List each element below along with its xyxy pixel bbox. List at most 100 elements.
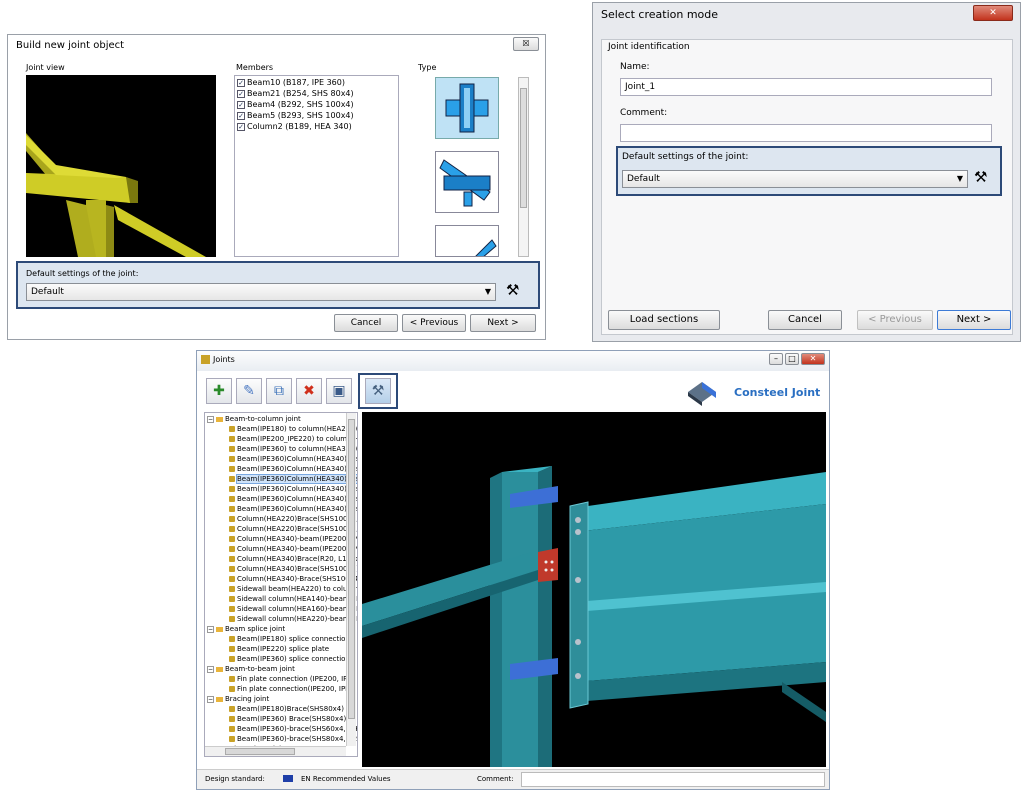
joint-view-canvas[interactable] xyxy=(26,75,216,257)
tree-item[interactable]: Beam(IPE360)Column(HEA340)Brac xyxy=(207,464,357,474)
joint-tree[interactable]: − Beam-to-column joint Beam(IPE180) to col… xyxy=(204,412,358,757)
tree-item[interactable]: Beam(IPE180) to column(HEA220) xyxy=(207,424,357,434)
tree-item[interactable]: Beam(IPE360) to column(HEA340) xyxy=(207,444,357,454)
build-close-button[interactable]: ☒ xyxy=(513,37,539,51)
tree-item[interactable]: Beam(IPE180)Brace(SHS80x4) 4 xyxy=(207,704,357,714)
tree-item[interactable]: Beam(IPE220) splice plate xyxy=(207,644,357,654)
type-label: Type xyxy=(418,63,437,72)
bracing-type-icon xyxy=(439,159,491,207)
member-item[interactable]: ✓ Beam4 (B292, SHS 100x4) xyxy=(237,100,396,111)
tree-item[interactable]: Beam(IPE360)Column(HEA340)Brac xyxy=(207,454,357,464)
minimize-button[interactable]: – xyxy=(769,353,783,365)
tree-item[interactable]: Beam(IPE180) splice connection 2 xyxy=(207,634,357,644)
tree-item[interactable]: Beam(IPE360) splice connection 1 xyxy=(207,654,357,664)
collapse-icon[interactable]: − xyxy=(207,695,214,703)
joint-icon xyxy=(229,476,235,482)
select-next-button[interactable]: Next > xyxy=(937,310,1011,330)
tree-group[interactable]: − Bracing joint xyxy=(207,694,357,704)
copy-joint-button[interactable]: ⧉ xyxy=(266,378,292,404)
settings-tools-button[interactable]: ⚒ xyxy=(365,378,391,404)
tree-item[interactable]: Beam(IPE360)Column(HEA340)Bra xyxy=(207,474,357,484)
tools-icon[interactable]: ⚒ xyxy=(974,168,987,186)
joint-icon xyxy=(229,706,235,712)
tree-item[interactable]: Column(HEA340)-Brace(SHS100x4 xyxy=(207,574,357,584)
tree-item[interactable]: Column(HEA340)-beam(IPE200, IP xyxy=(207,534,357,544)
member-item[interactable]: ✓ Beam21 (B254, SHS 80x4) xyxy=(237,89,396,100)
joint-icon xyxy=(229,756,235,757)
tree-group[interactable]: − Beam-to-beam joint xyxy=(207,664,357,674)
tree-item[interactable]: Fin plate connection(IPE200, IPE1 xyxy=(207,684,357,694)
tree-item[interactable]: Beam(IPE360) Brace(SHS80x4) 3 xyxy=(207,714,357,724)
tree-item[interactable]: Beam(IPE200_IPE220) to column(H xyxy=(207,434,357,444)
tree-item[interactable]: Fin plate connection (IPE200, IPE1 xyxy=(207,674,357,684)
checkbox-icon[interactable]: ✓ xyxy=(237,78,245,87)
type-tile-beam-column[interactable] xyxy=(435,77,499,139)
checkbox-icon[interactable]: ✓ xyxy=(237,89,245,98)
select-previous-button[interactable]: < Previous xyxy=(857,310,933,330)
type-tile-splice[interactable] xyxy=(435,225,499,257)
member-item[interactable]: ✓ Beam5 (B293, SHS 100x4) xyxy=(237,111,396,122)
type-scrollbar[interactable] xyxy=(518,77,529,257)
build-cancel-button[interactable]: Cancel xyxy=(334,314,398,332)
tree-item[interactable]: Column(HEA220)Brace(SHS100x4, xyxy=(207,524,357,534)
tree-item[interactable]: Column(HEA220)Brace(SHS100x4, xyxy=(207,514,357,524)
member-item[interactable]: ✓ Column2 (B189, HEA 340) xyxy=(237,122,396,133)
comment-box[interactable] xyxy=(521,772,825,787)
export-button[interactable]: ▣ xyxy=(326,378,352,404)
build-next-button[interactable]: Next > xyxy=(470,314,536,332)
add-joint-button[interactable]: ✚ xyxy=(206,378,232,404)
tree-item[interactable]: Beam(IPE360)Column(HEA340)Brac xyxy=(207,504,357,514)
build-previous-button[interactable]: < Previous xyxy=(402,314,466,332)
joint-icon xyxy=(229,426,235,432)
tree-item[interactable]: Column(HEA340)-beam(IPE200, IP xyxy=(207,544,357,554)
tree-item[interactable]: Sidewall column(HEA220)-beams(IP xyxy=(207,614,357,624)
tree-item[interactable]: Beam(IPE360)-brace(SHS80x4, R2 xyxy=(207,734,357,744)
tree-item[interactable]: Beam(IPE360)Column(HEA340)Brac xyxy=(207,484,357,494)
collapse-icon[interactable]: − xyxy=(207,625,214,633)
build-joint-dialog: Build new joint object ☒ Joint view Memb… xyxy=(7,34,546,340)
load-sections-button[interactable]: Load sections xyxy=(608,310,720,330)
joint-view-label: Joint view xyxy=(26,63,65,72)
joint-icon xyxy=(229,566,235,572)
checkbox-icon[interactable]: ✓ xyxy=(237,100,245,109)
tree-hscrollbar[interactable] xyxy=(205,746,346,756)
checkbox-icon[interactable]: ✓ xyxy=(237,111,245,120)
tree-group[interactable]: − Beam splice joint xyxy=(207,624,357,634)
maximize-button[interactable]: □ xyxy=(785,353,799,365)
folder-icon xyxy=(216,416,223,422)
joint-icon xyxy=(229,456,235,462)
tree-item[interactable]: Beam(IPE360)Column(HEA340)Brac xyxy=(207,494,357,504)
tree-item[interactable]: Column(HEA340)Brace(R20, L100x xyxy=(207,554,357,564)
type-tile-bracing[interactable] xyxy=(435,151,499,213)
collapse-icon[interactable]: − xyxy=(207,415,214,423)
dropdown-arrow-icon: ▼ xyxy=(484,287,491,296)
tree-vscrollbar[interactable] xyxy=(346,413,356,746)
tree-group[interactable]: − Beam-to-column joint xyxy=(207,414,357,424)
tree-item[interactable]: Sidewall column(HEA160)-beams(IP xyxy=(207,604,357,614)
joint-icon xyxy=(229,726,235,732)
close-button[interactable]: ✕ xyxy=(801,353,825,365)
joint-icon xyxy=(229,506,235,512)
edit-joint-button[interactable]: ✎ xyxy=(236,378,262,404)
checkbox-icon[interactable]: ✓ xyxy=(237,122,245,131)
tools-icon[interactable]: ⚒ xyxy=(506,281,519,299)
joint-icon xyxy=(229,576,235,582)
name-field[interactable]: Joint_1 xyxy=(620,78,992,96)
delete-joint-button[interactable]: ✖ xyxy=(296,378,322,404)
select-close-button[interactable]: ✕ xyxy=(973,5,1013,21)
joint-3d-view[interactable] xyxy=(362,412,826,767)
tree-item[interactable]: Sidewall column(HEA140)-beams(IP xyxy=(207,594,357,604)
collapse-icon[interactable]: − xyxy=(207,665,214,673)
joint-icon xyxy=(229,646,235,652)
tree-item[interactable]: Beam(IPE360)-brace(SHS60x4, SH xyxy=(207,724,357,734)
select-default-settings-group: Default settings of the joint: Default ▼ … xyxy=(616,146,1002,196)
joint-identification-group: Joint identification Name: Joint_1 Comme… xyxy=(601,39,1013,335)
select-cancel-button[interactable]: Cancel xyxy=(768,310,842,330)
comment-field[interactable] xyxy=(620,124,992,142)
tree-item[interactable]: Sidewall beam(HEA220) to column( xyxy=(207,584,357,594)
member-item[interactable]: ✓ Beam10 (B187, IPE 360) xyxy=(237,78,396,89)
select-default-settings-select[interactable]: Default ▼ xyxy=(622,170,968,188)
tree-item[interactable]: Column(HEA340)Brace(SHS100x4) xyxy=(207,564,357,574)
default-settings-group: Default settings of the joint: Default ▼ … xyxy=(16,261,540,309)
default-settings-select[interactable]: Default ▼ xyxy=(26,283,496,301)
